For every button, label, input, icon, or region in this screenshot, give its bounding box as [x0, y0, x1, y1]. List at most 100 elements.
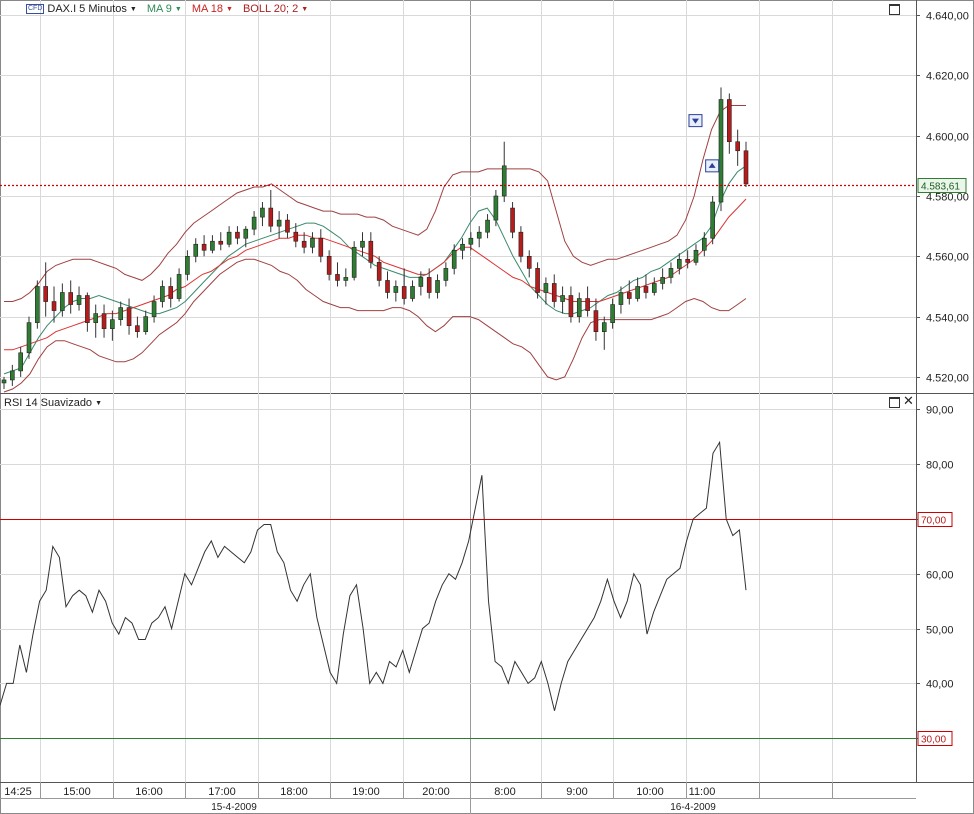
candlestick[interactable] — [601, 316, 607, 350]
candlestick[interactable] — [193, 238, 199, 263]
candlestick[interactable] — [501, 141, 507, 203]
candlestick[interactable] — [651, 277, 657, 296]
rsi-panel[interactable] — [0, 440, 916, 739]
candle-body-down — [326, 256, 332, 275]
candlestick[interactable] — [201, 235, 207, 257]
candlestick[interactable] — [101, 304, 107, 338]
candlestick[interactable] — [735, 129, 740, 166]
candlestick[interactable] — [426, 268, 432, 299]
indicator-bollinger[interactable]: BOLL 20; 2 ▼ — [243, 3, 308, 15]
candlestick[interactable] — [610, 298, 615, 329]
candle-body-up — [493, 195, 499, 221]
buy-signal-icon[interactable] — [705, 159, 720, 173]
candlestick[interactable] — [643, 274, 649, 299]
candle-body-up — [93, 313, 99, 323]
candlestick[interactable] — [260, 202, 265, 227]
candlestick[interactable] — [435, 274, 440, 299]
candlestick[interactable] — [160, 280, 165, 308]
dropdown-arrow-icon[interactable]: ▼ — [130, 6, 137, 13]
symbol-selector[interactable]: CFD DAX.I 5 Minutos ▼ — [26, 3, 137, 15]
ma18-line — [4, 198, 747, 351]
candlestick[interactable] — [543, 277, 549, 305]
candle-body-up — [193, 243, 199, 257]
candlestick[interactable] — [451, 244, 457, 275]
candlestick[interactable] — [168, 277, 174, 308]
candlestick[interactable] — [210, 235, 215, 254]
candle-body-down — [585, 298, 590, 311]
candlestick[interactable] — [376, 256, 382, 287]
candlestick[interactable] — [76, 286, 82, 311]
candlestick[interactable] — [10, 364, 15, 386]
candlestick[interactable] — [743, 141, 749, 187]
candlestick[interactable] — [443, 262, 449, 287]
candlestick[interactable] — [85, 292, 90, 332]
candlestick[interactable] — [18, 346, 23, 377]
candlestick[interactable] — [68, 280, 73, 314]
candlestick[interactable] — [418, 271, 424, 296]
candlestick[interactable] — [1, 376, 7, 389]
sell-signal-icon[interactable] — [688, 114, 703, 128]
candlestick[interactable] — [343, 268, 349, 287]
dropdown-arrow-icon[interactable]: ▼ — [175, 6, 182, 13]
candlestick[interactable] — [485, 214, 490, 239]
maximize-rsi-panel-icon[interactable] — [889, 397, 900, 408]
candlestick[interactable] — [560, 286, 565, 314]
candlestick[interactable] — [718, 87, 724, 212]
candlestick[interactable] — [251, 211, 257, 236]
candlestick[interactable] — [635, 277, 640, 302]
indicator-ma9[interactable]: MA 9 ▼ — [147, 3, 182, 15]
candlestick[interactable] — [385, 271, 390, 299]
candlestick[interactable] — [176, 268, 182, 302]
candlestick[interactable] — [410, 280, 415, 302]
candlestick[interactable] — [143, 310, 149, 335]
candlestick[interactable] — [510, 202, 515, 239]
candlestick[interactable] — [218, 232, 224, 251]
candlestick[interactable] — [235, 226, 240, 245]
candlestick[interactable] — [318, 229, 324, 263]
rsi-panel-header: RSI 14 Suavizado ▼ — [4, 397, 102, 409]
candlestick[interactable] — [551, 274, 557, 308]
candlestick[interactable] — [668, 262, 674, 284]
candlestick[interactable] — [118, 301, 124, 326]
candlestick[interactable] — [576, 292, 582, 323]
candle-body-down — [426, 277, 432, 293]
time-tick-label: 18:00 — [280, 786, 308, 798]
candlestick[interactable] — [585, 286, 590, 317]
candlestick[interactable] — [727, 93, 732, 154]
candlestick[interactable] — [693, 244, 699, 266]
candle-body-up — [601, 322, 607, 332]
candlestick[interactable] — [35, 280, 40, 329]
candlestick[interactable] — [93, 304, 99, 338]
dropdown-arrow-icon[interactable]: ▼ — [95, 400, 102, 407]
candlestick[interactable] — [226, 226, 232, 248]
candlestick[interactable] — [276, 211, 282, 239]
candlestick[interactable] — [702, 232, 707, 257]
candlestick[interactable] — [401, 268, 407, 305]
candlestick[interactable] — [710, 196, 715, 245]
indicator-ma18[interactable]: MA 18 ▼ — [192, 3, 233, 15]
candlestick[interactable] — [660, 268, 665, 290]
price-panel[interactable] — [0, 87, 916, 393]
candlestick[interactable] — [43, 262, 48, 317]
close-rsi-panel-icon[interactable]: ✕ — [903, 395, 914, 408]
candlestick[interactable] — [135, 316, 140, 338]
candlestick[interactable] — [185, 250, 190, 281]
dropdown-arrow-icon[interactable]: ▼ — [301, 6, 308, 13]
candlestick[interactable] — [126, 298, 132, 335]
candlestick[interactable] — [476, 226, 482, 248]
maximize-price-panel-icon[interactable] — [889, 4, 900, 15]
rsi-selector[interactable]: RSI 14 Suavizado ▼ — [4, 397, 102, 409]
candle-body-up — [343, 277, 349, 281]
candlestick[interactable] — [310, 232, 315, 254]
chart-canvas: 14:25 15:00 16:00 17:00 18:00 19:00 20:00 8:00 9… — [0, 0, 974, 814]
candle-body-up — [251, 216, 257, 230]
candle-body-up — [276, 219, 282, 227]
candlestick[interactable] — [285, 214, 290, 239]
candlestick[interactable] — [526, 250, 532, 278]
candlestick[interactable] — [493, 189, 499, 227]
candlestick[interactable] — [393, 280, 399, 302]
dropdown-arrow-icon[interactable]: ▼ — [226, 6, 233, 13]
candlestick[interactable] — [26, 316, 32, 359]
candlestick[interactable] — [335, 262, 340, 287]
candlestick[interactable] — [351, 241, 357, 281]
